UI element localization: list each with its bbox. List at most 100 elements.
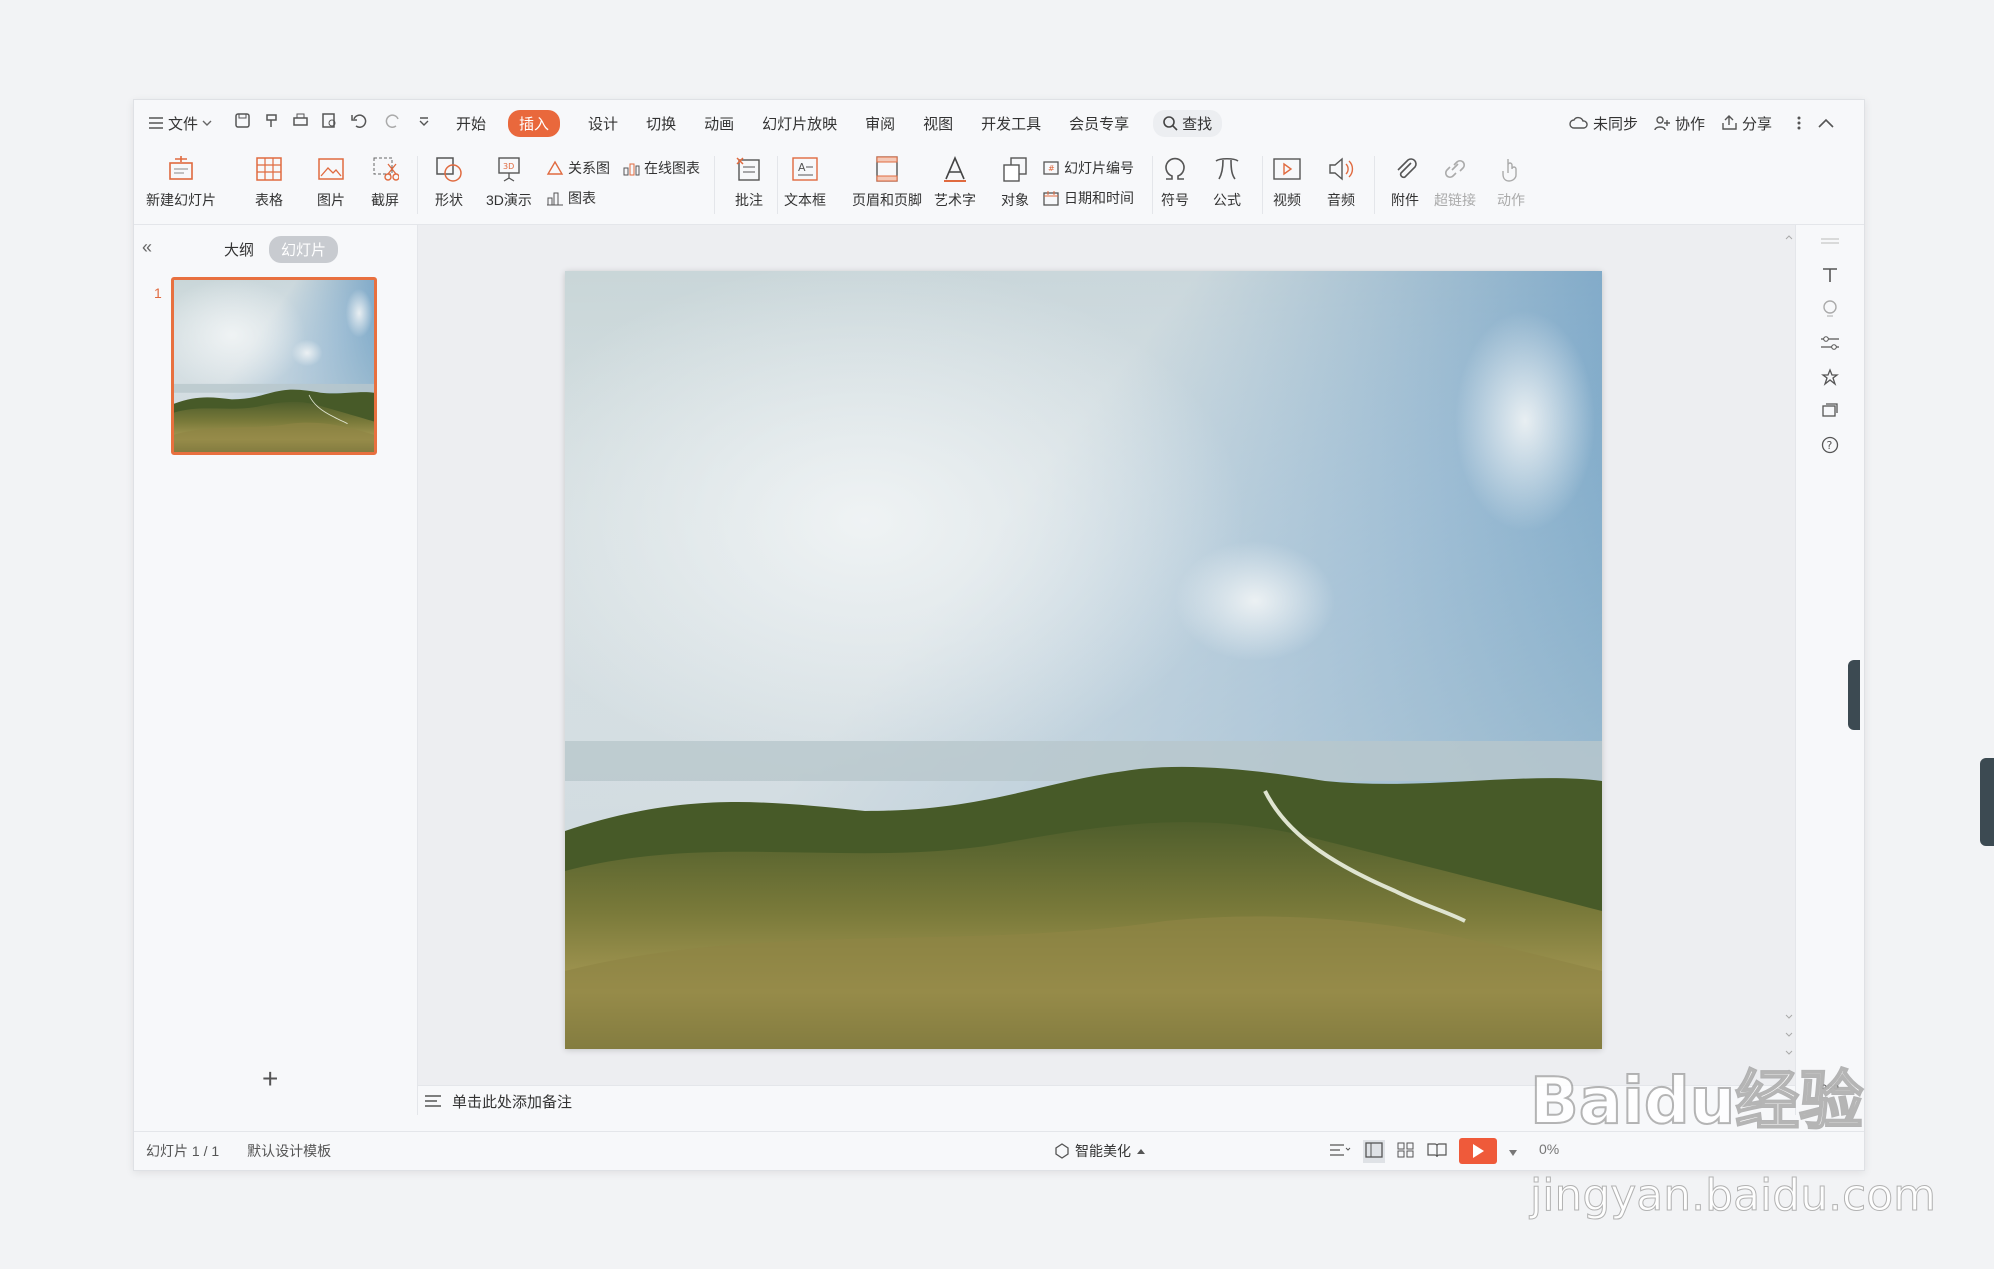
lightbulb-icon[interactable] <box>1818 297 1842 321</box>
3d-demo-button[interactable]: 3D 3D演示 <box>486 146 532 210</box>
customize-quick-access-icon[interactable] <box>418 114 430 132</box>
tab-slides[interactable]: 幻灯片 <box>269 236 339 263</box>
view-switcher <box>1329 1138 1517 1164</box>
tab-review[interactable]: 审阅 <box>865 113 895 134</box>
grid-view-icon[interactable] <box>1397 1142 1415 1161</box>
drag-handle-icon[interactable] <box>1818 229 1842 253</box>
online-chart-button[interactable]: 在线图表 <box>622 158 700 178</box>
tab-member[interactable]: 会员专享 <box>1069 113 1129 134</box>
print-icon[interactable] <box>292 112 309 134</box>
ribbon-insert: 新建幻灯片 表格 图片 截屏 形状 3D 3D演示 关系图 在线图表 图表 批注… <box>134 146 1864 225</box>
slide-canvas <box>418 225 1795 1085</box>
tab-developer[interactable]: 开发工具 <box>981 113 1041 134</box>
chevron-down-icon <box>202 120 212 126</box>
vertical-scrollbar[interactable] <box>1782 225 1796 1085</box>
picture-button[interactable]: 图片 <box>314 146 348 210</box>
chart-button[interactable]: 图表 <box>546 188 596 208</box>
sync-button[interactable]: 未同步 <box>1569 113 1638 134</box>
video-icon <box>1270 152 1304 186</box>
landscape-image <box>565 271 1602 1049</box>
formula-label: 公式 <box>1213 192 1241 208</box>
comment-icon <box>732 152 766 186</box>
help-icon[interactable]: ? <box>1818 433 1842 457</box>
hamburger-icon <box>149 117 163 129</box>
shape-button[interactable]: 形状 <box>432 146 466 210</box>
slides-copy-icon[interactable] <box>1818 399 1842 423</box>
tab-animations[interactable]: 动画 <box>704 113 734 134</box>
slide-counter: 幻灯片 1 / 1 <box>146 1143 220 1159</box>
edge-drag-handle[interactable] <box>1980 758 1994 846</box>
ribbon-divider <box>417 156 418 214</box>
tab-view[interactable]: 视图 <box>923 113 953 134</box>
file-menu[interactable]: 文件 <box>148 113 212 134</box>
3d-presentation-icon: 3D <box>492 152 526 186</box>
menu-bar: 文件 开始 插入 设计 切换 动画 幻灯片放映 审阅 视图 开发工具 会员专享 … <box>134 100 1864 146</box>
tab-design[interactable]: 设计 <box>588 113 618 134</box>
paperclip-icon <box>1388 152 1422 186</box>
tab-insert[interactable]: 插入 <box>508 109 561 137</box>
text-format-icon[interactable] <box>1818 263 1842 287</box>
side-drag-handle[interactable] <box>1848 660 1860 730</box>
chart-icon <box>547 192 563 206</box>
notes-toggle-icon[interactable] <box>1329 1142 1351 1161</box>
collapse-panel-icon[interactable]: « <box>142 237 152 258</box>
comment-button[interactable]: 批注 <box>732 146 766 210</box>
search-box[interactable]: 查找 <box>1153 109 1223 137</box>
tab-slideshow[interactable]: 幻灯片放映 <box>762 113 837 134</box>
file-menu-label: 文件 <box>168 115 199 133</box>
object-button[interactable]: 对象 <box>998 146 1032 210</box>
reading-view-icon[interactable] <box>1427 1142 1447 1161</box>
slide-number-button[interactable]: # 幻灯片编号 <box>1042 158 1134 178</box>
header-footer-button[interactable]: 页眉和页脚 <box>852 146 922 210</box>
action-button[interactable]: 动作 <box>1494 146 1528 210</box>
pointer-icon <box>1494 152 1528 186</box>
format-painter-icon[interactable] <box>263 112 280 134</box>
video-button[interactable]: 视频 <box>1270 146 1304 210</box>
more-options-icon[interactable] <box>1796 115 1802 131</box>
save-icon[interactable] <box>234 112 251 134</box>
share-button[interactable]: 分享 <box>1721 113 1772 134</box>
slide-thumbnail[interactable] <box>171 277 377 455</box>
print-preview-icon[interactable] <box>321 112 338 134</box>
hyperlink-button[interactable]: 超链接 <box>1434 146 1476 210</box>
relation-chart-button[interactable]: 关系图 <box>546 158 610 178</box>
pin-star-icon[interactable] <box>1818 365 1842 389</box>
symbol-button[interactable]: 符号 <box>1158 146 1192 210</box>
smart-beautify-button[interactable]: 智能美化 <box>1054 1141 1146 1161</box>
template-name[interactable]: 默认设计模板 <box>247 1141 331 1161</box>
screenshot-button[interactable]: 截屏 <box>368 146 402 210</box>
new-slide-label: 新建幻灯片 <box>146 192 216 208</box>
date-time-button[interactable]: 日期和时间 <box>1042 188 1134 208</box>
table-button[interactable]: 表格 <box>252 146 286 210</box>
tab-home[interactable]: 开始 <box>456 113 486 134</box>
add-slide-icon[interactable]: + <box>262 1063 278 1095</box>
undo-icon[interactable] <box>350 112 372 134</box>
play-slideshow-button[interactable] <box>1459 1138 1497 1164</box>
audio-button[interactable]: 音频 <box>1324 146 1358 210</box>
formula-button[interactable]: 公式 <box>1210 146 1244 210</box>
shape-label: 形状 <box>435 192 463 208</box>
beautify-label: 智能美化 <box>1075 1143 1131 1159</box>
collapse-ribbon-icon[interactable] <box>1818 118 1834 128</box>
sliders-icon[interactable] <box>1818 331 1842 355</box>
art-text-icon <box>938 152 972 186</box>
attachment-button[interactable]: 附件 <box>1388 146 1422 210</box>
object-label: 对象 <box>1001 192 1029 208</box>
hyperlink-label: 超链接 <box>1434 192 1476 208</box>
textbox-button[interactable]: A 文本框 <box>784 146 826 210</box>
online-chart-icon <box>623 163 640 176</box>
new-slide-button[interactable]: 新建幻灯片 <box>146 146 216 210</box>
screenshot-label: 截屏 <box>371 192 399 208</box>
current-slide[interactable] <box>565 271 1602 1049</box>
panel-tabs: « 大纲 幻灯片 <box>134 235 417 263</box>
normal-view-icon[interactable] <box>1363 1139 1385 1163</box>
speaker-icon <box>1324 152 1358 186</box>
tab-outline[interactable]: 大纲 <box>224 239 254 260</box>
collab-button[interactable]: 协作 <box>1654 113 1705 134</box>
redo-icon[interactable] <box>384 112 406 134</box>
search-icon <box>1163 115 1178 131</box>
tab-transitions[interactable]: 切换 <box>646 113 676 134</box>
zoom-level[interactable]: 0% <box>1539 1141 1559 1157</box>
art-text-button[interactable]: 艺术字 <box>934 146 976 210</box>
play-options-icon[interactable] <box>1509 1143 1517 1159</box>
